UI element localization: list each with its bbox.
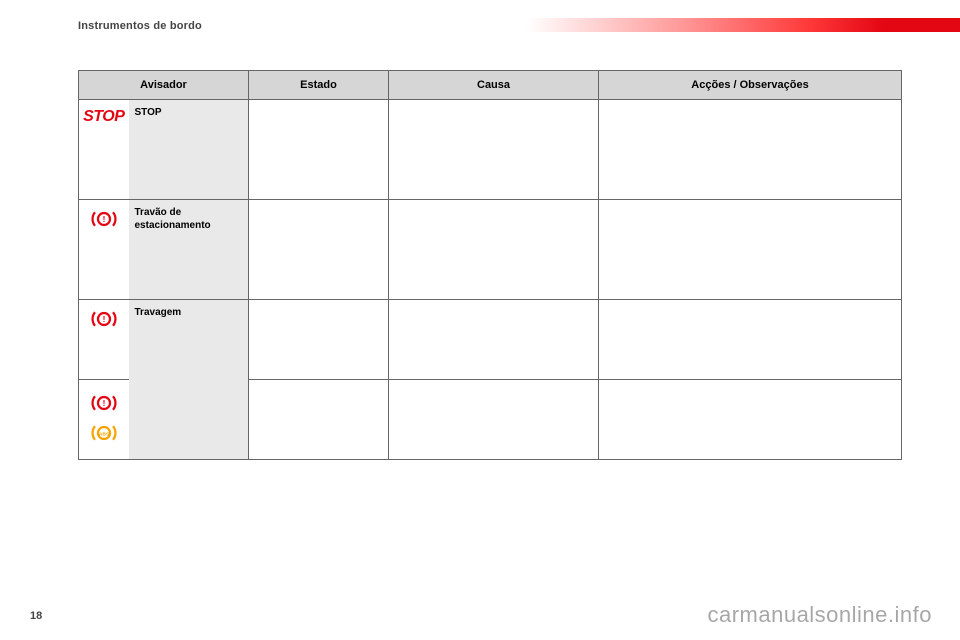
table-row: STOP STOP [79,100,902,200]
accoes-cell [599,300,902,380]
causa-cell [389,300,599,380]
warning-icon-cell: ! ABS [79,380,129,460]
accoes-cell [599,100,902,200]
estado-cell [249,380,389,460]
svg-text:!: ! [102,315,105,324]
causa-cell [389,380,599,460]
table-header-row: Avisador Estado Causa Acções / Observaçõ… [79,71,902,100]
brake-warning-icon: ! [89,308,119,330]
col-header-avisador: Avisador [79,71,249,100]
estado-cell [249,100,389,200]
abs-warning-icon: ABS [89,422,119,444]
accoes-cell [599,200,902,300]
table-row: ! Travão de estacionamento [79,200,902,300]
svg-text:!: ! [102,399,105,408]
stop-icon: STOP [83,108,124,126]
brake-warning-icon: ! [89,392,119,414]
warning-name-cell: STOP [129,100,249,200]
warning-name-cell: Travagem [129,300,249,460]
col-header-estado: Estado [249,71,389,100]
table-row: ! Travagem [79,300,902,380]
warning-icon-cell: ! [79,300,129,380]
warning-lamps-table: Avisador Estado Causa Acções / Observaçõ… [78,70,902,460]
svg-text:!: ! [102,215,105,224]
accoes-cell [599,380,902,460]
causa-cell [389,200,599,300]
warning-name-cell: Travão de estacionamento [129,200,249,300]
warning-icon-cell: STOP [79,100,129,200]
section-title: Instrumentos de bordo [78,20,202,32]
estado-cell [249,200,389,300]
warning-icon-cell: ! [79,200,129,300]
watermark-text: carmanualsonline.info [707,602,932,628]
brake-warning-icon: ! [89,208,119,230]
col-header-accoes: Acções / Observações [599,71,902,100]
col-header-causa: Causa [389,71,599,100]
svg-text:ABS: ABS [99,431,110,437]
causa-cell [389,100,599,200]
header-accent-bar [450,18,960,32]
estado-cell [249,300,389,380]
page-number: 18 [30,610,42,622]
